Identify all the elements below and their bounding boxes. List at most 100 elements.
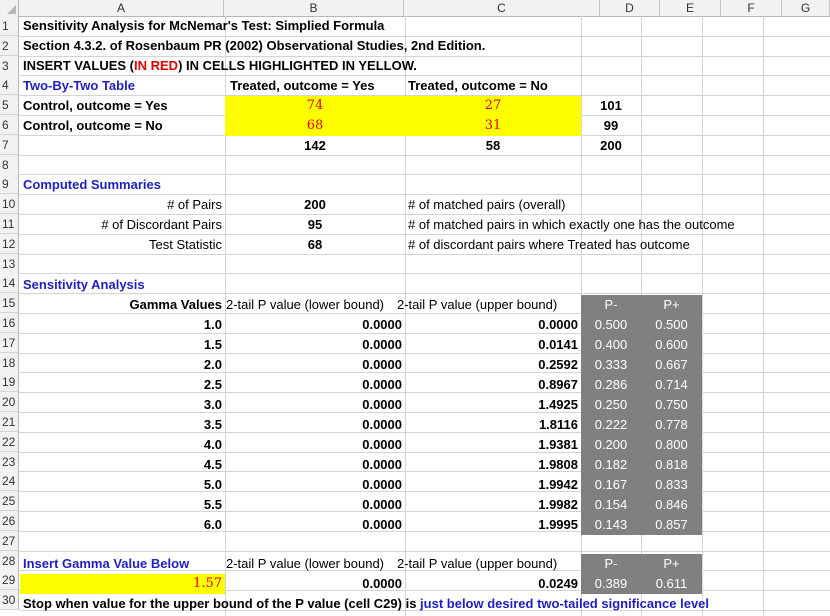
p-minus-value[interactable]: 0.167	[581, 475, 641, 495]
gamma-input-cell[interactable]: 1.57	[20, 574, 225, 594]
lower-bound-value[interactable]: 0.0000	[225, 475, 405, 495]
row-header[interactable]: 30	[0, 590, 19, 611]
p-plus-value[interactable]: 0.833	[641, 475, 702, 495]
pairs-label[interactable]: # of Pairs	[20, 195, 225, 215]
column-header-c[interactable]: C	[404, 0, 600, 16]
row-header[interactable]: 27	[0, 530, 19, 551]
upper-bound-value[interactable]: 1.9808	[405, 455, 581, 475]
lower-bound-value[interactable]: 0.0000	[225, 395, 405, 415]
row-header[interactable]: 24	[0, 471, 19, 492]
p-plus-value[interactable]: 0.667	[641, 355, 702, 375]
title-cell[interactable]: Sensitivity Analysis for McNemar's Test:…	[20, 16, 580, 36]
pairs-note[interactable]: # of matched pairs (overall)	[405, 195, 825, 215]
lower-bound-value[interactable]: 0.0000	[225, 495, 405, 515]
upper-bound-value[interactable]: 1.9982	[405, 495, 581, 515]
row-header[interactable]: 8	[0, 154, 19, 175]
control-no-label[interactable]: Control, outcome = No	[20, 116, 225, 136]
test-statistic-label[interactable]: Test Statistic	[20, 235, 225, 255]
insert-lower-header[interactable]: 2-tail P value (lower bound)	[225, 554, 405, 574]
row-header[interactable]: 25	[0, 491, 19, 512]
upper-bound-value[interactable]: 1.9942	[405, 475, 581, 495]
row-header[interactable]: 11	[0, 214, 19, 234]
p-plus-value[interactable]: 0.800	[641, 435, 702, 455]
row-header[interactable]: 9	[0, 174, 19, 195]
row-header[interactable]: 5	[0, 95, 19, 116]
section-cell[interactable]: Section 4.3.2. of Rosenbaum PR (2002) Ob…	[20, 36, 580, 56]
row-header[interactable]: 4	[0, 75, 19, 96]
select-all-corner[interactable]	[0, 0, 19, 16]
insert-lower-value[interactable]: 0.0000	[225, 574, 405, 594]
cell-b6-input[interactable]: 68	[225, 116, 405, 136]
gamma-value[interactable]: 4.5	[20, 455, 225, 475]
column-header-e[interactable]: E	[660, 0, 721, 16]
row-header[interactable]: 22	[0, 431, 19, 452]
row-header[interactable]: 13	[0, 253, 19, 274]
discordant-note[interactable]: # of matched pairs in which exactly one …	[405, 215, 825, 235]
gamma-value[interactable]: 1.5	[20, 335, 225, 355]
upper-bound-value[interactable]: 1.9381	[405, 435, 581, 455]
two-by-two-label[interactable]: Two-By-Two Table	[20, 76, 225, 96]
grand-total[interactable]: 200	[581, 136, 641, 156]
insert-instruction-cell[interactable]: INSERT VALUES (IN RED) IN CELLS HIGHLIGH…	[20, 56, 580, 76]
row-header[interactable]: 10	[0, 194, 19, 215]
p-minus-value[interactable]: 0.182	[581, 455, 641, 475]
row-header[interactable]: 12	[0, 233, 19, 254]
p-minus-value[interactable]: 0.333	[581, 355, 641, 375]
insert-p-plus-value[interactable]: 0.611	[641, 574, 702, 594]
column-header-f[interactable]: F	[721, 0, 782, 16]
row1-total[interactable]: 101	[581, 96, 641, 116]
gamma-values-header[interactable]: Gamma Values	[20, 295, 225, 315]
row-header[interactable]: 6	[0, 115, 19, 135]
gamma-value[interactable]: 5.0	[20, 475, 225, 495]
lower-bound-value[interactable]: 0.0000	[225, 455, 405, 475]
row-header[interactable]: 16	[0, 313, 19, 333]
p-plus-value[interactable]: 0.500	[641, 315, 702, 335]
treated-no-header[interactable]: Treated, outcome = No	[405, 76, 601, 96]
lower-bound-header[interactable]: 2-tail P value (lower bound)	[225, 295, 405, 315]
p-plus-value[interactable]: 0.778	[641, 415, 702, 435]
insert-upper-value[interactable]: 0.0249	[405, 574, 581, 594]
column-header-b[interactable]: B	[224, 0, 404, 16]
row-header[interactable]: 15	[0, 293, 19, 314]
p-minus-value[interactable]: 0.143	[581, 515, 641, 535]
gamma-value[interactable]: 4.0	[20, 435, 225, 455]
p-minus-value[interactable]: 0.200	[581, 435, 641, 455]
lower-bound-value[interactable]: 0.0000	[225, 515, 405, 535]
p-minus-value[interactable]: 0.286	[581, 375, 641, 395]
row-header[interactable]: 3	[0, 55, 19, 76]
p-plus-value[interactable]: 0.714	[641, 375, 702, 395]
test-statistic-note[interactable]: # of discordant pairs where Treated has …	[405, 235, 825, 255]
lower-bound-value[interactable]: 0.0000	[225, 355, 405, 375]
row-header[interactable]: 14	[0, 273, 19, 294]
test-statistic-value[interactable]: 68	[225, 235, 405, 255]
p-minus-value[interactable]: 0.222	[581, 415, 641, 435]
gamma-value[interactable]: 3.5	[20, 415, 225, 435]
row-header[interactable]: 17	[0, 332, 19, 353]
cell-b5-input[interactable]: 74	[225, 96, 405, 116]
upper-bound-value[interactable]: 0.0000	[405, 315, 581, 335]
upper-bound-value[interactable]: 1.9995	[405, 515, 581, 535]
row-header[interactable]: 23	[0, 451, 19, 472]
lower-bound-value[interactable]: 0.0000	[225, 415, 405, 435]
gamma-value[interactable]: 1.0	[20, 315, 225, 335]
pairs-value[interactable]: 200	[225, 195, 405, 215]
p-minus-value[interactable]: 0.250	[581, 395, 641, 415]
control-yes-label[interactable]: Control, outcome = Yes	[20, 96, 225, 116]
gamma-value[interactable]: 3.0	[20, 395, 225, 415]
sensitivity-analysis-label[interactable]: Sensitivity Analysis	[20, 275, 225, 295]
p-plus-value[interactable]: 0.750	[641, 395, 702, 415]
lower-bound-value[interactable]: 0.0000	[225, 375, 405, 395]
row2-total[interactable]: 99	[581, 116, 641, 136]
upper-bound-value[interactable]: 0.0141	[405, 335, 581, 355]
computed-summaries-label[interactable]: Computed Summaries	[20, 175, 225, 195]
upper-bound-value[interactable]: 0.8967	[405, 375, 581, 395]
p-plus-value[interactable]: 0.857	[641, 515, 702, 535]
column-header-a[interactable]: A	[19, 0, 224, 16]
gamma-value[interactable]: 5.5	[20, 495, 225, 515]
upper-bound-value[interactable]: 1.8116	[405, 415, 581, 435]
p-plus-value[interactable]: 0.846	[641, 495, 702, 515]
upper-bound-value[interactable]: 1.4925	[405, 395, 581, 415]
row-header[interactable]: 29	[0, 570, 19, 591]
row-header[interactable]: 2	[0, 35, 19, 56]
row-header[interactable]: 1	[0, 16, 19, 36]
